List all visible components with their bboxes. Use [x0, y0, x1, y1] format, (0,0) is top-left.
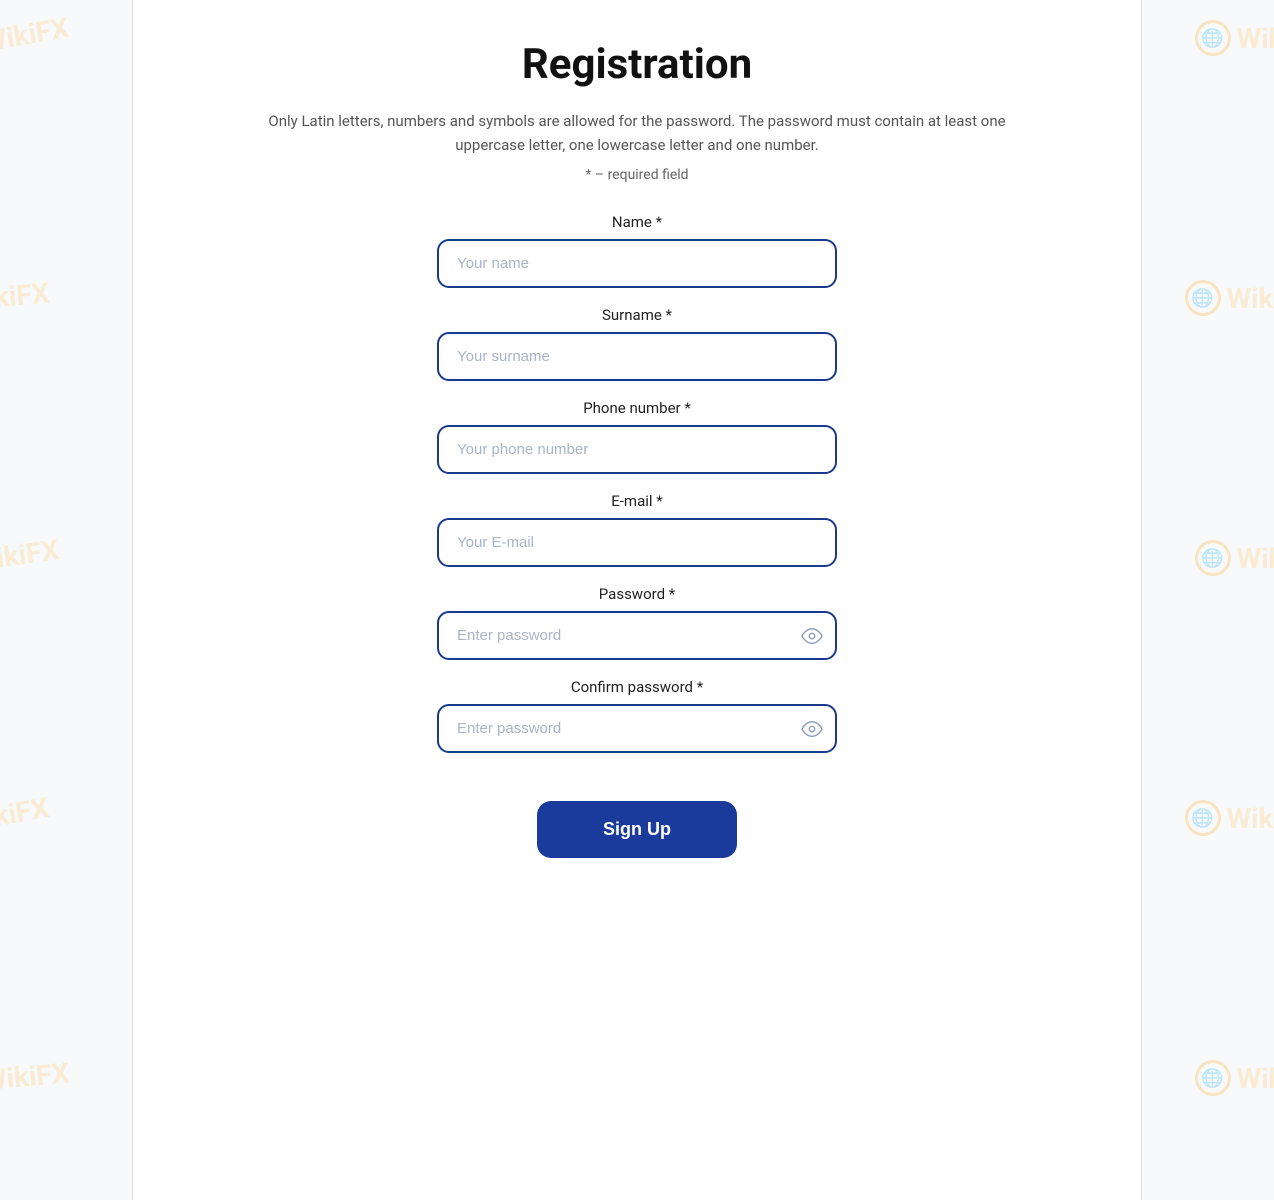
watermark: 🌐 WikiFX — [0, 274, 51, 321]
name-input[interactable] — [437, 239, 837, 288]
surname-label: Surname * — [437, 306, 837, 324]
password-toggle-eye-icon[interactable] — [801, 625, 823, 647]
watermark: 🌐 WikiFX — [1195, 1060, 1274, 1096]
email-input[interactable] — [437, 518, 837, 567]
watermark: 🌐 WikiFX — [0, 1054, 71, 1101]
confirm-password-toggle-eye-icon[interactable] — [801, 718, 823, 740]
watermark: 🌐 WikiFX — [0, 789, 52, 847]
password-input-wrapper — [437, 611, 837, 660]
phone-input[interactable] — [437, 425, 837, 474]
password-input[interactable] — [437, 611, 837, 660]
confirm-password-group: Confirm password * — [437, 678, 837, 753]
watermark: 🌐 WikiFX — [1185, 800, 1274, 836]
sign-up-button[interactable]: Sign Up — [537, 801, 737, 858]
watermark: 🌐 WikiFX — [1195, 20, 1274, 56]
password-label: Password * — [437, 585, 837, 603]
surname-group: Surname * — [437, 306, 837, 381]
phone-group: Phone number * — [437, 399, 837, 474]
watermark: 🌐 WikiFX — [0, 531, 61, 585]
watermark: 🌐 WikiFX — [0, 9, 72, 67]
name-label: Name * — [437, 213, 837, 231]
name-group: Name * — [437, 213, 837, 288]
confirm-password-label: Confirm password * — [437, 678, 837, 696]
page-wrapper: Registration Only Latin letters, numbers… — [132, 0, 1142, 1200]
registration-form: Name * Surname * Phone number * E-mail *… — [437, 213, 837, 858]
email-label: E-mail * — [437, 492, 837, 510]
page-description: Only Latin letters, numbers and symbols … — [247, 109, 1027, 157]
confirm-password-input[interactable] — [437, 704, 837, 753]
email-group: E-mail * — [437, 492, 837, 567]
required-note: * – required field — [173, 167, 1101, 183]
watermark: 🌐 WikiFX — [1185, 280, 1274, 316]
surname-input[interactable] — [437, 332, 837, 381]
confirm-password-input-wrapper — [437, 704, 837, 753]
page-title: Registration — [173, 40, 1101, 89]
watermark: 🌐 WikiFX — [1195, 540, 1274, 576]
password-group: Password * — [437, 585, 837, 660]
phone-label: Phone number * — [437, 399, 837, 417]
